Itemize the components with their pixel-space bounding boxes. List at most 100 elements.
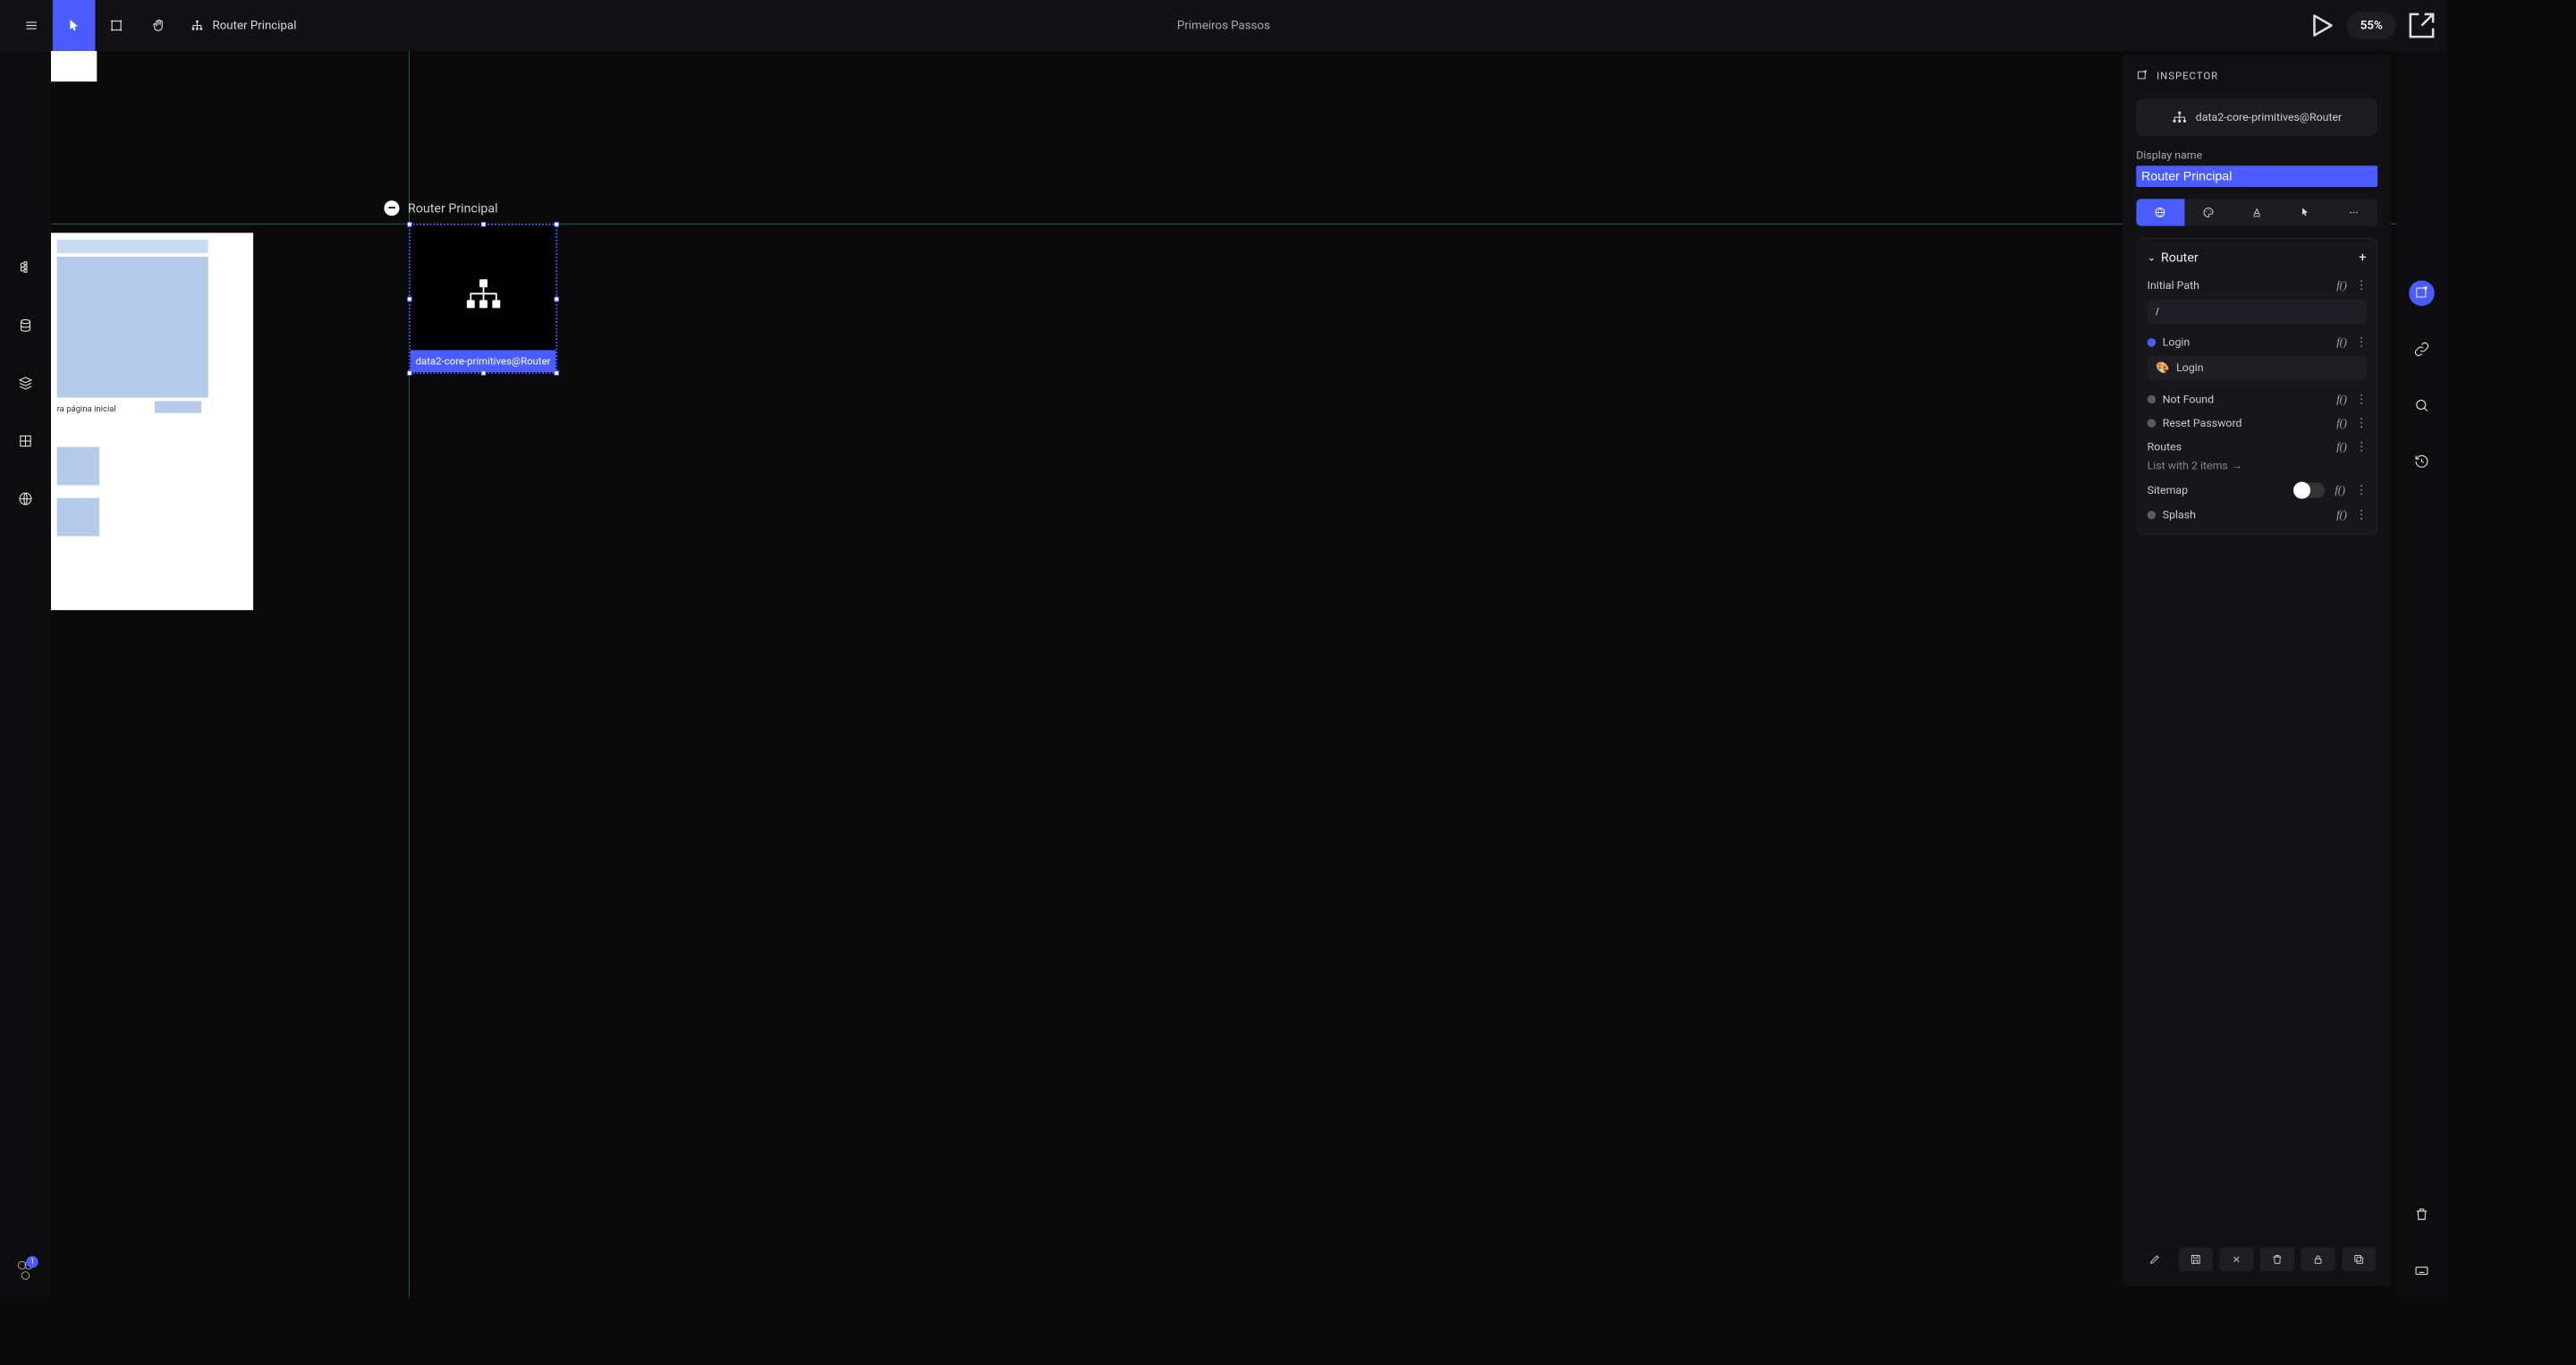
chevron-down-icon: ⌄	[2148, 251, 2157, 263]
delete-button[interactable]	[2409, 1201, 2435, 1227]
sitemap-toggle[interactable]	[2294, 483, 2325, 498]
inspector-toggle-button[interactable]	[2409, 281, 2435, 307]
breadcrumb-label: Router Principal	[213, 19, 297, 32]
prop-label: Reset Password	[2163, 417, 2242, 429]
resize-handle[interactable]	[554, 296, 559, 301]
tool-hand[interactable]	[138, 0, 181, 51]
prop-label: Not Found	[2163, 393, 2214, 405]
rings-icon: 1	[16, 1261, 35, 1280]
preview-block	[57, 257, 208, 398]
preview-block	[57, 240, 208, 253]
prop-label: Routes	[2148, 441, 2182, 454]
section-title: Router	[2161, 250, 2199, 265]
router-node[interactable]: data2-core-primitives@Router	[409, 224, 557, 374]
history-button[interactable]	[2409, 449, 2435, 474]
tab-props[interactable]	[2136, 199, 2184, 225]
tool-select[interactable]	[53, 0, 96, 51]
tab-more[interactable]	[2329, 199, 2377, 225]
keyboard-button[interactable]	[2409, 1258, 2435, 1284]
top-toolbar: Router Principal Primeiros Passos 55%	[0, 0, 2447, 51]
resize-handle[interactable]	[554, 370, 559, 376]
bind-expression-button[interactable]: f()	[2336, 279, 2347, 292]
prop-initial-path: Initial Path f() ⋮	[2148, 274, 2367, 298]
bind-expression-button[interactable]: f()	[2336, 417, 2347, 430]
tab-events[interactable]	[2281, 199, 2329, 225]
link-panel-button[interactable]	[2409, 336, 2435, 362]
export-button[interactable]	[2405, 9, 2439, 43]
frame-preview[interactable]: ra página inicial	[51, 233, 253, 610]
login-page-chip[interactable]: 🎨 Login	[2148, 356, 2367, 381]
prop-reset-password: Reset Password f() ⋮	[2148, 411, 2367, 436]
resize-handle[interactable]	[407, 370, 412, 376]
prop-sitemap: Sitemap f() ⋮	[2148, 478, 2367, 504]
tool-frame[interactable]	[95, 0, 137, 51]
add-prop-button[interactable]: +	[2359, 249, 2367, 265]
display-name-input[interactable]	[2136, 165, 2377, 187]
inspector-footer	[2136, 1235, 2377, 1271]
component-type-label: data2-core-primitives@Router	[2196, 111, 2342, 123]
collab-rings-button[interactable]: 1	[13, 1258, 38, 1284]
status-dot-icon	[2148, 338, 2157, 347]
tab-style[interactable]	[2184, 199, 2233, 225]
bind-expression-button[interactable]: f()	[2336, 393, 2347, 406]
resize-handle[interactable]	[480, 370, 486, 376]
router-section: ⌄ Router + Initial Path f() ⋮ Login f() …	[2136, 238, 2377, 535]
play-button[interactable]	[2304, 9, 2338, 43]
login-page-label: Login	[2176, 362, 2203, 375]
sitemap-icon	[191, 19, 204, 32]
bind-expression-button[interactable]: f()	[2334, 484, 2345, 497]
bind-expression-button[interactable]: f()	[2336, 440, 2347, 454]
footer-edit-button[interactable]	[2138, 1248, 2172, 1272]
guide-horizontal	[51, 224, 2396, 225]
grid-panel-button[interactable]	[13, 428, 38, 454]
prop-not-found: Not Found f() ⋮	[2148, 387, 2367, 411]
prop-menu-button[interactable]: ⋮	[2355, 485, 2366, 496]
collapse-toggle-icon[interactable]: –	[384, 200, 399, 216]
footer-save-button[interactable]	[2179, 1248, 2213, 1272]
routes-description[interactable]: List with 2 items →	[2148, 459, 2367, 478]
resize-handle[interactable]	[480, 222, 486, 227]
footer-delete-button[interactable]	[2260, 1248, 2294, 1272]
section-header[interactable]: ⌄ Router +	[2148, 249, 2367, 265]
canvas-area[interactable]: ra página inicial – Router Principal dat…	[51, 51, 2396, 1297]
footer-copy-button[interactable]	[2342, 1248, 2376, 1272]
node-label[interactable]: – Router Principal	[384, 200, 497, 216]
resize-handle[interactable]	[407, 296, 412, 301]
search-button[interactable]	[2409, 393, 2435, 419]
inspector-panel: INSPECTOR data2-core-primitives@Router D…	[2123, 55, 2391, 1286]
prop-splash: Splash f() ⋮	[2148, 503, 2367, 527]
component-type-chip[interactable]: data2-core-primitives@Router	[2136, 98, 2377, 136]
resize-handle[interactable]	[407, 222, 412, 227]
prop-menu-button[interactable]: ⋮	[2355, 441, 2366, 453]
prop-menu-button[interactable]: ⋮	[2355, 280, 2366, 292]
display-name-label: Display name	[2136, 149, 2377, 162]
node-chip: data2-core-primitives@Router	[411, 350, 555, 372]
palette-icon: 🎨	[2156, 362, 2169, 375]
arrow-right-icon: →	[2232, 459, 2242, 472]
bind-expression-button[interactable]: f()	[2336, 335, 2347, 349]
resize-handle[interactable]	[554, 222, 559, 227]
data-panel-button[interactable]	[13, 313, 38, 339]
inspector-tabs	[2136, 199, 2377, 225]
edit-icon	[2136, 70, 2148, 81]
tree-panel-button[interactable]	[13, 255, 38, 281]
preview-block	[57, 498, 100, 537]
bind-expression-button[interactable]: f()	[2336, 508, 2347, 521]
globe-panel-button[interactable]	[13, 486, 38, 512]
footer-lock-button[interactable]	[2301, 1248, 2335, 1272]
prop-menu-button[interactable]: ⋮	[2355, 509, 2366, 521]
prop-menu-button[interactable]: ⋮	[2355, 417, 2366, 428]
left-rail: 1	[0, 51, 51, 1297]
prop-menu-button[interactable]: ⋮	[2355, 336, 2366, 348]
tab-text[interactable]	[2233, 199, 2281, 225]
breadcrumb[interactable]: Router Principal	[191, 19, 297, 32]
prop-label: Sitemap	[2148, 484, 2188, 496]
layers-panel-button[interactable]	[13, 370, 38, 396]
menu-button[interactable]	[10, 0, 53, 51]
zoom-level[interactable]: 55%	[2347, 12, 2396, 38]
prop-label: Initial Path	[2148, 279, 2199, 292]
node-title: Router Principal	[408, 200, 498, 216]
initial-path-input[interactable]	[2148, 299, 2367, 324]
prop-menu-button[interactable]: ⋮	[2355, 394, 2366, 405]
footer-close-button[interactable]	[2219, 1248, 2253, 1272]
